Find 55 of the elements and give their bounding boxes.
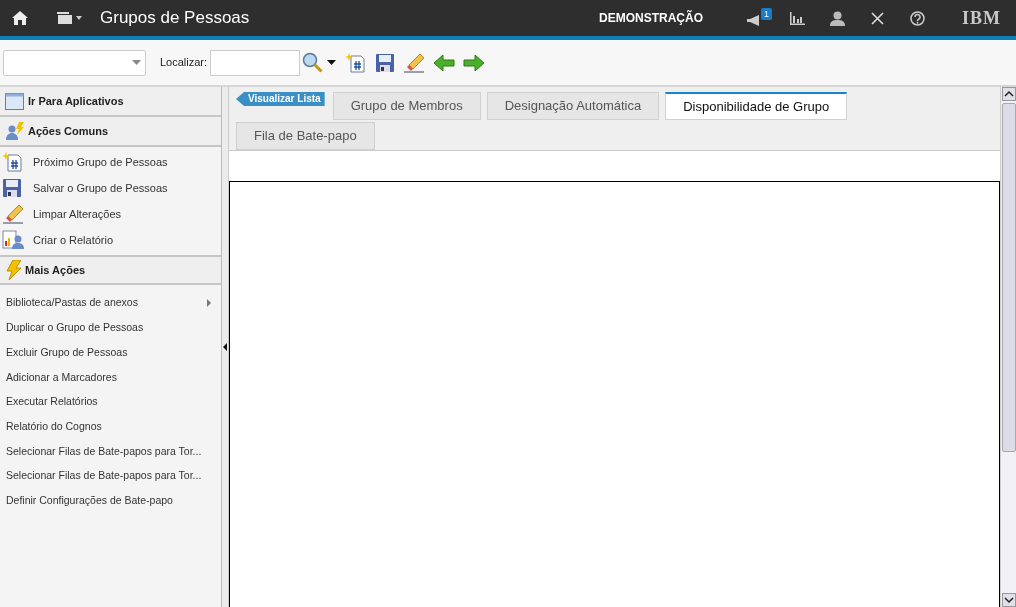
action-link[interactable]: Criar o Relatório bbox=[33, 231, 114, 249]
announcements-button[interactable]: 1 bbox=[747, 8, 772, 28]
action-link[interactable]: Definir Configurações de Bate-papo bbox=[6, 492, 173, 509]
find-field[interactable] bbox=[210, 49, 301, 76]
new-record-icon bbox=[345, 52, 368, 73]
close-icon[interactable] bbox=[871, 11, 884, 25]
scrollbar[interactable] bbox=[1000, 87, 1016, 607]
section-title: Mais Ações bbox=[25, 262, 86, 278]
apps-menu-button[interactable] bbox=[57, 12, 82, 24]
tab[interactable]: Disponibilidade de Grupo bbox=[665, 92, 848, 120]
home-icon[interactable] bbox=[12, 11, 28, 25]
action-link[interactable]: Relatório do Cognos bbox=[6, 418, 102, 435]
action-link[interactable]: Biblioteca/Pastas de anexos bbox=[6, 295, 138, 312]
submenu-arrow-icon bbox=[207, 299, 211, 308]
demo-label: DEMONSTRAÇÃO bbox=[599, 9, 703, 27]
action-link[interactable]: Executar Relatórios bbox=[6, 394, 98, 410]
action-link[interactable]: Próximo Grupo de Pessoas bbox=[33, 153, 168, 171]
scroll-up-icon[interactable] bbox=[1001, 87, 1016, 101]
action-link[interactable]: Duplicar o Grupo de Pessoas bbox=[6, 320, 144, 336]
dropdown-field[interactable] bbox=[3, 49, 146, 76]
action-link[interactable]: Salvar o Grupo de Pessoas bbox=[33, 179, 168, 197]
list-view-button[interactable]: Visualizar Lista bbox=[236, 92, 325, 106]
arrow-left-icon[interactable] bbox=[433, 53, 456, 72]
action-link[interactable]: Selecionar Filas de Bate-papos para Tor... bbox=[6, 443, 202, 460]
help-icon[interactable] bbox=[910, 10, 925, 26]
action-link[interactable]: Adicionar a Marcadores bbox=[6, 369, 117, 386]
eraser-icon bbox=[2, 204, 24, 224]
user-lightning-icon bbox=[5, 122, 25, 140]
action-link[interactable]: Excluir Grupo de Pessoas bbox=[6, 344, 128, 361]
windows-icon bbox=[57, 12, 72, 24]
scroll-down-icon[interactable] bbox=[1001, 593, 1016, 607]
megaphone-icon bbox=[747, 15, 761, 26]
scroll-thumb[interactable] bbox=[1001, 103, 1016, 452]
tab[interactable]: Grupo de Membros bbox=[332, 92, 481, 120]
action-link[interactable]: Selecionar Filas de Bate-papos para Tor... bbox=[6, 468, 202, 485]
page-title: Grupos de Pessoas bbox=[100, 7, 250, 30]
eraser-icon bbox=[403, 52, 426, 73]
caret-icon[interactable] bbox=[327, 60, 337, 65]
section-title: Ações Comuns bbox=[28, 123, 109, 139]
tab[interactable]: Fila de Bate-papo bbox=[236, 122, 375, 150]
save-icon bbox=[375, 52, 396, 73]
caret-icon bbox=[132, 60, 141, 65]
tab[interactable]: Designação Automática bbox=[486, 92, 660, 120]
action-link[interactable]: Limpar Alterações bbox=[33, 205, 122, 223]
caret-icon bbox=[76, 16, 82, 20]
user-icon[interactable] bbox=[830, 10, 845, 26]
search-icon[interactable] bbox=[302, 51, 325, 74]
arrow-right-icon[interactable] bbox=[463, 53, 486, 72]
window-icon bbox=[5, 92, 24, 110]
lightning-icon bbox=[6, 260, 22, 280]
chart-icon[interactable] bbox=[790, 11, 805, 25]
notification-badge: 1 bbox=[761, 8, 772, 20]
logo: IBM bbox=[962, 6, 1001, 30]
collapse-arrow-icon[interactable] bbox=[223, 343, 227, 351]
find-label: Localizar: bbox=[160, 55, 208, 71]
